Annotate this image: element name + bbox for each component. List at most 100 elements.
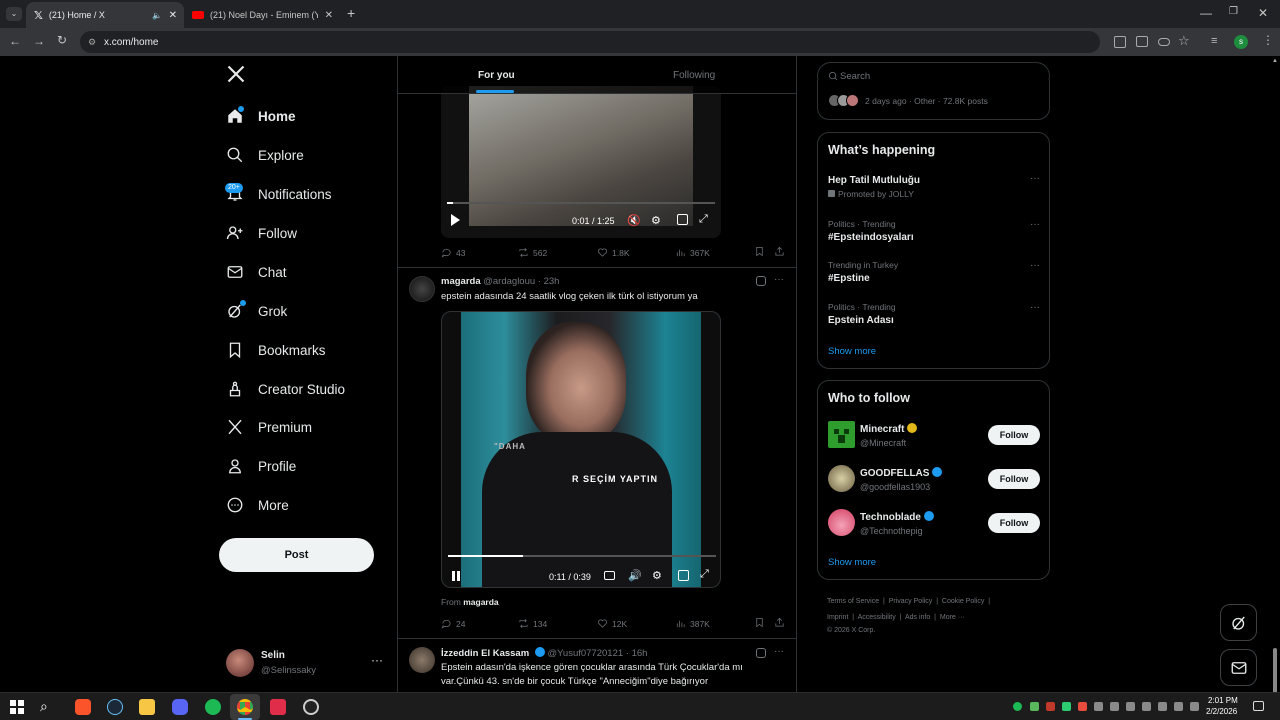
video-player[interactable]: "DAHA R SEÇİM YAPTIN 0:11 / 0:39 🔊 ⚙ ⤢ [441, 311, 721, 588]
play-icon[interactable] [451, 214, 460, 226]
sidebar-item-home[interactable]: Home [226, 101, 296, 131]
footer-link[interactable]: Accessibility [858, 614, 896, 621]
tab-search-button[interactable]: ⌄ [6, 7, 22, 21]
site-info-icon[interactable]: ⚙ [88, 37, 96, 48]
bookmark-star-icon[interactable]: ☆ [1178, 33, 1190, 49]
volume-muted-icon[interactable]: 🔇 [627, 214, 641, 227]
share-icon[interactable] [774, 246, 785, 257]
post-author-handle[interactable]: @Yusuf07720121 [547, 648, 623, 659]
repost-count[interactable]: 134 [518, 618, 547, 629]
forward-icon[interactable]: → [33, 34, 45, 48]
like-count[interactable]: 12K [597, 618, 627, 629]
pip-icon[interactable] [677, 214, 688, 225]
restore-button[interactable]: ❐ [1229, 6, 1238, 17]
footer-link[interactable]: More ··· [940, 614, 965, 621]
post-avatar[interactable] [409, 276, 435, 302]
sidebar-item-more[interactable]: More [226, 490, 289, 520]
brave-icon[interactable] [75, 699, 91, 715]
post-more-icon[interactable]: ··· [774, 274, 784, 285]
account-switcher[interactable]: Selin @Selinssaky ··· [226, 645, 386, 683]
tray-app-icon[interactable] [1126, 702, 1135, 711]
post-author-name[interactable]: magarda [441, 276, 481, 287]
share-icon[interactable] [774, 617, 785, 628]
speaker-icon[interactable]: 🔈 [152, 11, 162, 20]
footer-link[interactable]: Privacy Policy [889, 598, 933, 605]
settings-gear-icon[interactable]: ⚙ [652, 569, 662, 582]
tray-app-icon[interactable] [1062, 702, 1071, 711]
account-more-icon[interactable]: ··· [371, 653, 383, 667]
chrome-icon[interactable] [237, 699, 253, 715]
sidebar-item-follow[interactable]: Follow [226, 218, 297, 248]
discord-icon[interactable] [172, 699, 188, 715]
notification-center-icon[interactable] [1253, 701, 1264, 711]
grok-analyze-icon[interactable] [756, 276, 766, 286]
fullscreen-icon[interactable]: ⤢ [700, 568, 709, 581]
trend-item[interactable]: Politics · Trending #Epsteindosyaları ··… [828, 219, 1040, 249]
sidebar-item-bookmarks[interactable]: Bookmarks [226, 335, 326, 365]
sidebar-item-grok[interactable]: Grok [226, 296, 287, 326]
tray-app-icon[interactable] [1078, 702, 1087, 711]
trend-more-icon[interactable]: ··· [1030, 173, 1040, 184]
app-circle-icon[interactable] [303, 699, 319, 715]
trend-more-icon[interactable]: ··· [1030, 302, 1040, 313]
captions-icon[interactable] [604, 571, 615, 580]
fullscreen-icon[interactable]: ⤢ [699, 213, 708, 226]
bookmark-icon[interactable] [754, 246, 765, 257]
footer-link[interactable]: Ads info [905, 614, 930, 621]
app-red-icon[interactable] [270, 699, 286, 715]
tray-app-icon[interactable] [1030, 702, 1039, 711]
tray-app-icon[interactable] [1110, 702, 1119, 711]
tray-app-icon[interactable] [1094, 702, 1103, 711]
pause-icon[interactable] [452, 571, 455, 581]
x-logo-icon[interactable] [226, 64, 246, 89]
sidebar-item-creator-studio[interactable]: Creator Studio [226, 374, 345, 404]
footer-link[interactable]: Imprint [827, 614, 848, 621]
close-tab-icon[interactable]: ✕ [169, 10, 177, 21]
follow-suggestion[interactable]: Technoblade @Technothepig Follow [828, 509, 1040, 539]
battery-icon[interactable] [1174, 702, 1183, 711]
close-tab-icon[interactable]: ✕ [325, 10, 333, 21]
post-avatar[interactable] [409, 647, 435, 673]
trend-item[interactable]: Trending in Turkey #Epstine ··· [828, 260, 1040, 290]
follow-button[interactable]: Follow [988, 513, 1040, 533]
sidebar-item-explore[interactable]: Explore [226, 140, 304, 170]
tab-home-x[interactable]: 𝕏 (21) Home / X 🔈 ✕ [26, 2, 184, 28]
profile-avatar[interactable]: s [1234, 35, 1248, 49]
trending-top-card[interactable]: 2 days ago · Other · 72.8K posts [817, 80, 1050, 120]
footer-link[interactable]: Terms of Service [827, 598, 879, 605]
file-explorer-icon[interactable] [139, 699, 155, 715]
grok-analyze-icon[interactable] [756, 648, 766, 658]
tab-for-you[interactable]: For you [478, 70, 515, 81]
clock-time[interactable]: 2:01 PM [1208, 696, 1238, 705]
trend-more-icon[interactable]: ··· [1030, 219, 1040, 230]
from-attribution[interactable]: From magarda [441, 597, 499, 607]
grok-float-button[interactable] [1220, 604, 1257, 641]
post-time[interactable]: 23h [544, 276, 560, 287]
repost-count[interactable]: 562 [518, 247, 547, 258]
sidebar-item-chat[interactable]: Chat [226, 257, 287, 287]
view-count[interactable]: 367K [675, 247, 710, 258]
bookmark-icon[interactable] [754, 617, 765, 628]
back-icon[interactable]: ← [9, 34, 21, 48]
sidebar-item-notifications[interactable]: Notifications [226, 179, 332, 209]
new-tab-button[interactable]: + [347, 5, 355, 21]
view-count[interactable]: 387K [675, 618, 710, 629]
url-field[interactable]: ⚙ x.com/home [80, 31, 1100, 53]
follow-suggestion[interactable]: Minecraft @Minecraft Follow [828, 421, 1040, 451]
footer-link[interactable]: Cookie Policy [942, 598, 984, 605]
password-key-icon[interactable] [1158, 38, 1170, 46]
follow-suggestion[interactable]: GOODFELLAS @goodfellas1903 Follow [828, 465, 1040, 495]
search-icon[interactable]: ⌕ [40, 698, 48, 715]
steam-icon[interactable] [107, 699, 123, 715]
like-count[interactable]: 1.8K [597, 247, 630, 258]
tray-app-icon[interactable] [1046, 702, 1055, 711]
tray-app-icon[interactable] [1190, 702, 1199, 711]
trend-more-icon[interactable]: ··· [1030, 260, 1040, 271]
minimize-button[interactable]: — [1200, 6, 1212, 20]
messages-float-button[interactable] [1220, 649, 1257, 686]
cast-icon[interactable] [1136, 36, 1148, 47]
scrollbar-up-arrow[interactable]: ▲ [1272, 58, 1278, 64]
windows-start-icon[interactable] [10, 700, 24, 714]
reload-icon[interactable]: ↻ [57, 33, 67, 47]
clock-date[interactable]: 2/2/2026 [1206, 707, 1237, 716]
